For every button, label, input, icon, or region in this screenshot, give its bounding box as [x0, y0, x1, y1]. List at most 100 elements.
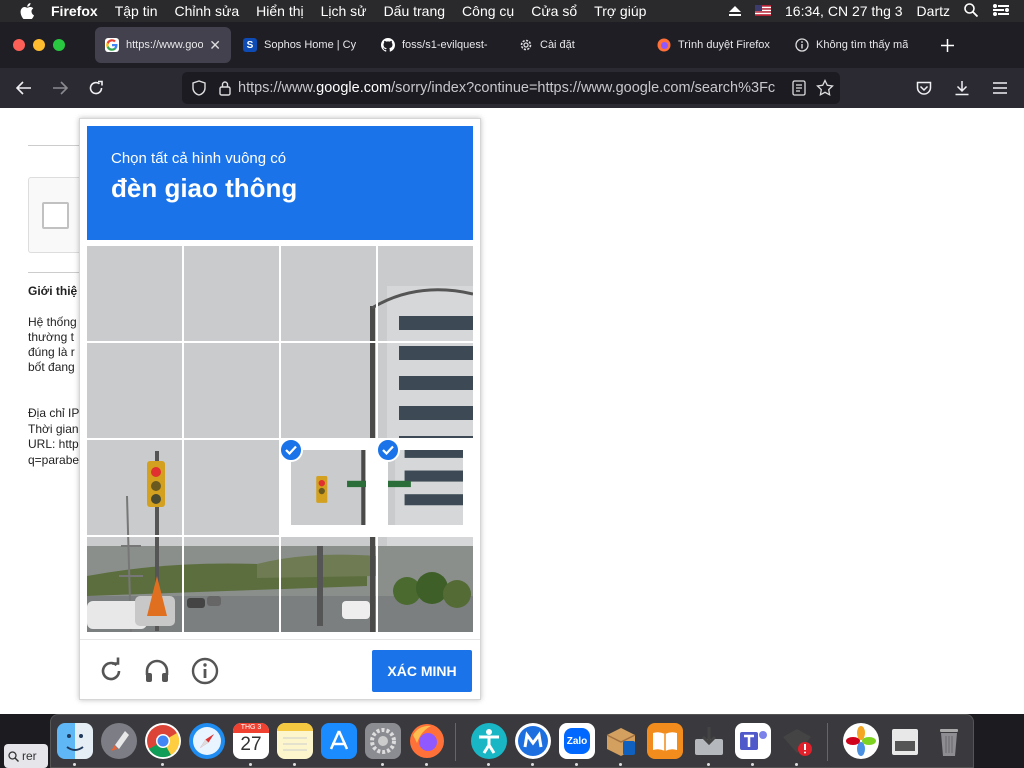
- minimize-window-button[interactable]: [33, 39, 45, 51]
- books-icon[interactable]: [647, 723, 683, 759]
- menu-help[interactable]: Trợ giúp: [594, 3, 646, 19]
- challenge-instruction: Chọn tất cả hình vuông có: [111, 150, 287, 167]
- captcha-tile[interactable]: [87, 537, 182, 632]
- image-grid: [87, 246, 473, 632]
- control-center-icon[interactable]: [992, 3, 1010, 20]
- dock-separator: [455, 723, 456, 761]
- challenge-object: đèn giao thông: [111, 173, 298, 203]
- tab-strip: https://www.goo ✕ S Sophos Home | Cy fos…: [0, 22, 1024, 68]
- verify-button[interactable]: XÁC MINH: [372, 650, 472, 692]
- captcha-tile[interactable]: [378, 246, 473, 341]
- search-icon[interactable]: [964, 2, 979, 20]
- pocket-icon[interactable]: [906, 72, 942, 104]
- window-controls: [13, 39, 65, 51]
- close-tab-icon[interactable]: ✕: [209, 37, 221, 54]
- menu-bookmarks[interactable]: Dấu trang: [384, 3, 445, 19]
- menu-tools[interactable]: Công cụ: [462, 3, 514, 19]
- captcha-tile[interactable]: [281, 246, 376, 341]
- tab-github[interactable]: foss/s1-evilquest-: [371, 27, 507, 63]
- photos-icon[interactable]: [843, 723, 879, 759]
- back-button[interactable]: [6, 72, 42, 104]
- menu-edit[interactable]: Chỉnh sửa: [175, 3, 240, 19]
- ip-info-line: Địa chỉ IP: [28, 406, 80, 420]
- captcha-tile[interactable]: [378, 537, 473, 632]
- app-store-icon[interactable]: [321, 723, 357, 759]
- captcha-tile[interactable]: [378, 343, 473, 438]
- menu-file[interactable]: Tập tin: [115, 3, 158, 19]
- hamburger-menu-icon[interactable]: [982, 72, 1018, 104]
- forward-button[interactable]: [42, 72, 78, 104]
- accessibility-app-icon[interactable]: [471, 723, 507, 759]
- sophos-dock-icon[interactable]: [603, 723, 639, 759]
- safari-icon[interactable]: [189, 723, 225, 759]
- menu-view[interactable]: Hiển thị: [256, 3, 303, 19]
- clock[interactable]: 16:34, CN 27 thg 3: [785, 3, 903, 19]
- lock-icon[interactable]: [218, 80, 232, 96]
- chrome-icon[interactable]: [145, 723, 181, 759]
- divider: [28, 145, 80, 146]
- headphones-icon[interactable]: [142, 656, 172, 686]
- shield-icon[interactable]: [191, 80, 207, 96]
- tab-title: Sophos Home | Cy: [264, 39, 357, 51]
- zalo-icon[interactable]: Zalo: [559, 723, 595, 759]
- recaptcha-checkbox[interactable]: [42, 202, 69, 229]
- reload-challenge-icon[interactable]: [96, 656, 126, 686]
- malwarebytes-icon[interactable]: [515, 723, 551, 759]
- installer-icon[interactable]: [691, 723, 727, 759]
- close-window-button[interactable]: [13, 39, 25, 51]
- menu-app-name[interactable]: Firefox: [51, 3, 98, 19]
- reload-button[interactable]: [78, 72, 114, 104]
- system-preferences-icon[interactable]: [365, 723, 401, 759]
- finder-icon[interactable]: [57, 723, 93, 759]
- spotlight-query: rer: [22, 749, 37, 763]
- captcha-tile[interactable]: [184, 537, 279, 632]
- captcha-tile[interactable]: [87, 343, 182, 438]
- us-flag-icon[interactable]: [755, 3, 772, 19]
- document-folder-icon[interactable]: [887, 723, 923, 759]
- tab-settings[interactable]: Cài đặt: [509, 27, 645, 63]
- new-tab-button[interactable]: [929, 29, 965, 61]
- captcha-tile[interactable]: [378, 440, 473, 535]
- tab-title: https://www.goo: [126, 39, 204, 51]
- captcha-tile[interactable]: [281, 440, 376, 535]
- teams-icon[interactable]: [735, 723, 771, 759]
- captcha-tile[interactable]: [184, 343, 279, 438]
- url-bar[interactable]: https://www.google.com/sorry/index?conti…: [182, 72, 840, 104]
- security-app-icon[interactable]: [779, 723, 815, 759]
- menu-window[interactable]: Cửa sổ: [531, 3, 577, 19]
- bookmark-star-icon[interactable]: [816, 78, 834, 97]
- reader-view-icon[interactable]: [792, 80, 808, 96]
- captcha-tile[interactable]: [87, 246, 182, 341]
- captcha-tile[interactable]: [184, 246, 279, 341]
- url-text[interactable]: https://www.google.com/sorry/index?conti…: [238, 80, 784, 96]
- eject-icon[interactable]: [729, 3, 742, 19]
- tab-error[interactable]: Không tìm thấy mã: [785, 27, 921, 63]
- ip-info-line: URL: http: [28, 437, 79, 451]
- challenge-header: Chọn tất cả hình vuông có đèn giao thông: [87, 126, 473, 240]
- tab-sophos[interactable]: S Sophos Home | Cy: [233, 27, 369, 63]
- user-name[interactable]: Dartz: [917, 3, 950, 19]
- download-icon[interactable]: [944, 72, 980, 104]
- tab-title: Trình duyệt Firefox: [678, 39, 770, 51]
- captcha-tile[interactable]: [281, 343, 376, 438]
- launchpad-icon[interactable]: [101, 723, 137, 759]
- apple-icon[interactable]: [20, 3, 34, 20]
- captcha-tile[interactable]: [184, 440, 279, 535]
- divider: [28, 272, 80, 273]
- about-heading: Giới thiệ: [28, 284, 78, 298]
- about-line: thường t: [28, 330, 74, 344]
- info-icon[interactable]: [190, 656, 220, 686]
- captcha-tile[interactable]: [87, 440, 182, 535]
- menu-history[interactable]: Lịch sử: [321, 3, 367, 19]
- info-icon: [795, 38, 809, 52]
- tab-google[interactable]: https://www.goo ✕: [95, 27, 231, 63]
- notes-icon[interactable]: [277, 723, 313, 759]
- trash-icon[interactable]: [931, 723, 967, 759]
- tab-firefox[interactable]: Trình duyệt Firefox: [647, 27, 783, 63]
- sophos-icon: S: [243, 38, 257, 52]
- calendar-icon[interactable]: THG 3 27: [233, 723, 269, 759]
- zoom-window-button[interactable]: [53, 39, 65, 51]
- captcha-tile[interactable]: [281, 537, 376, 632]
- firefox-dock-icon[interactable]: [409, 723, 445, 759]
- spotlight-search[interactable]: rer: [4, 744, 48, 768]
